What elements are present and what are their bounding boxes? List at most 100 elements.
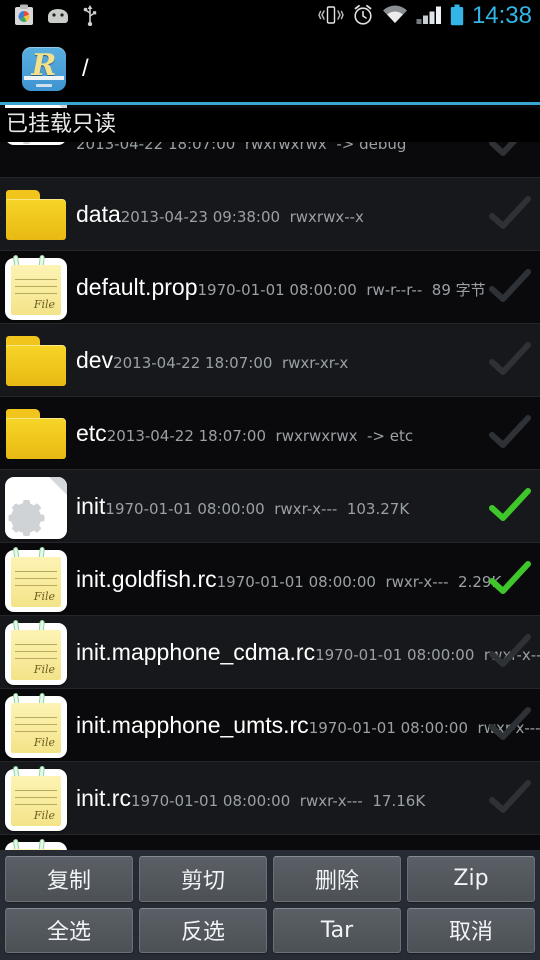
- file-meta: init.rc1970-01-01 08:00:00 rwxr-x--- 17.…: [70, 785, 480, 811]
- text-file-icon: File: [5, 838, 67, 850]
- file-list-row[interactable]: File init.rc1970-01-01 08:00:00 rwxr-x---…: [0, 762, 540, 835]
- file-name: init.rc: [76, 785, 131, 811]
- file-list-row[interactable]: etc2013-04-22 18:07:00 rwxrwxrwx -> etc: [0, 397, 540, 470]
- file-icon: [2, 326, 70, 394]
- text-file-icon: File: [5, 765, 67, 831]
- file-list-row[interactable]: dev2013-04-22 18:07:00 rwxr-xr-x: [0, 324, 540, 397]
- file-meta: default.prop1970-01-01 08:00:00 rw-r--r-…: [70, 274, 486, 300]
- note-paper: File: [11, 557, 61, 607]
- zip-button[interactable]: Zip: [407, 856, 535, 902]
- file-list-row[interactable]: File default.prop1970-01-01 08:00:00 rw-r…: [0, 251, 540, 324]
- file-icon: [2, 180, 70, 248]
- select-all-button[interactable]: 全选: [5, 907, 133, 953]
- invert-selection-button[interactable]: 反选: [139, 907, 267, 953]
- file-icon: File: [2, 837, 70, 850]
- page-title: /: [82, 55, 89, 82]
- file-list-row[interactable]: init1970-01-01 08:00:00 rwxr-x--- 103.27…: [0, 470, 540, 543]
- text-file-icon: File: [5, 619, 67, 685]
- file-details: 1970-01-01 08:00:00 rwxr-x--- 103.27K: [105, 500, 410, 518]
- vibrate-icon: [318, 4, 344, 31]
- file-list-row[interactable]: File init.goldfish.rc1970-01-01 08:00:00 …: [0, 543, 540, 616]
- file-icon: File: [2, 253, 70, 321]
- note-paper: File: [11, 630, 61, 680]
- file-meta: dev2013-04-22 18:07:00 rwxr-xr-x: [70, 347, 480, 373]
- folder-icon: [6, 409, 66, 459]
- file-details: 2013-04-22 18:07:00 rwxrwxrwx -> etc: [106, 427, 414, 445]
- action-button-row: 复制 剪切 删除 Zip: [5, 856, 535, 902]
- file-meta: etc2013-04-22 18:07:00 rwxrwxrwx -> etc: [70, 420, 480, 446]
- file-meta: init1970-01-01 08:00:00 rwxr-x--- 103.27…: [70, 493, 480, 519]
- alarm-icon: [352, 4, 374, 31]
- file-list-row[interactable]: File init.mapphone_umts.rc1970-01-01 08:0…: [0, 689, 540, 762]
- action-bar: R /: [0, 34, 540, 104]
- text-file-icon: File: [5, 546, 67, 612]
- folder-icon: [6, 190, 66, 240]
- copy-button[interactable]: 复制: [5, 856, 133, 902]
- android-head-icon: [46, 7, 70, 28]
- file-manager-screen: 14:38 R / 2013-04-22 18:07:00 rwxrwxrwx …: [0, 0, 540, 960]
- file-icon: File: [2, 764, 70, 832]
- checkmark-unselected-icon[interactable]: [480, 707, 540, 743]
- folder-body: [6, 345, 66, 386]
- status-bar-clock: 14:38: [471, 2, 532, 29]
- file-icon: [2, 399, 70, 467]
- file-name: data: [76, 201, 121, 227]
- checkmark-unselected-icon[interactable]: [480, 196, 540, 232]
- app-icon-bar-top: [24, 76, 64, 80]
- file-list[interactable]: 2013-04-22 18:07:00 rwxrwxrwx -> debug da…: [0, 105, 540, 850]
- note-paper: File: [11, 703, 61, 753]
- file-meta: init.mapphone_umts.rc1970-01-01 08:00:00…: [70, 712, 540, 738]
- file-name: default.prop: [76, 274, 198, 300]
- root-explorer-app-icon[interactable]: R: [22, 47, 66, 91]
- status-bar-right-icons: 14:38: [318, 4, 540, 31]
- battery-icon: [450, 4, 464, 31]
- file-details: 2013-04-22 18:07:00 rwxr-xr-x: [113, 354, 349, 372]
- wifi-icon: [382, 5, 408, 30]
- cut-button[interactable]: 剪切: [139, 856, 267, 902]
- file-details: 2013-04-23 09:38:00 rwxrwx--x: [120, 208, 364, 226]
- usb-icon: [82, 4, 98, 31]
- status-bar: 14:38: [0, 0, 540, 34]
- file-details: 1970-01-01 08:00:00 rwxr-x--- 2.29K: [216, 573, 502, 591]
- checkmark-unselected-icon[interactable]: [480, 269, 540, 305]
- file-meta: data2013-04-23 09:38:00 rwxrwx--x: [70, 201, 480, 227]
- text-file-icon: File: [5, 254, 67, 320]
- file-icon: [2, 472, 70, 540]
- checkmark-selected-icon[interactable]: [480, 561, 540, 597]
- note-paper: File: [11, 265, 61, 315]
- page-fold: [49, 477, 67, 495]
- folder-icon: [6, 336, 66, 386]
- action-button-panel: 复制 剪切 删除 Zip 全选 反选 Tar 取消: [0, 850, 540, 960]
- folder-body: [6, 418, 66, 459]
- file-name: etc: [76, 420, 107, 446]
- checkmark-unselected-icon[interactable]: [480, 342, 540, 378]
- file-list-row[interactable]: Fileinit.trace.rc: [0, 835, 540, 850]
- toast-message: 已挂载只读: [0, 108, 540, 142]
- file-icon: File: [2, 545, 70, 613]
- file-name: init.goldfish.rc: [76, 566, 217, 592]
- status-bar-left-icons: [0, 4, 98, 31]
- file-meta: init.goldfish.rc1970-01-01 08:00:00 rwxr…: [70, 566, 501, 592]
- tar-button[interactable]: Tar: [273, 907, 401, 953]
- gear-icon: [8, 500, 44, 536]
- checkmark-unselected-icon[interactable]: [480, 634, 540, 670]
- text-file-icon: File: [5, 692, 67, 758]
- checkmark-selected-icon[interactable]: [480, 488, 540, 524]
- checkmark-unselected-icon[interactable]: [480, 780, 540, 816]
- delete-button[interactable]: 删除: [273, 856, 401, 902]
- checkmark-unselected-icon[interactable]: [480, 415, 540, 451]
- app-icon-bar-bottom: [36, 84, 52, 87]
- file-name: dev: [76, 347, 114, 373]
- file-name: init.mapphone_cdma.rc: [76, 639, 316, 665]
- file-list-row[interactable]: File init.mapphone_cdma.rc1970-01-01 08:0…: [0, 616, 540, 689]
- file-name: init.mapphone_umts.rc: [76, 712, 309, 738]
- signal-icon: [416, 5, 442, 30]
- file-details: 1970-01-01 08:00:00 rw-r--r-- 89 字节: [197, 281, 486, 299]
- executable-file-icon: [5, 477, 67, 539]
- file-list-row[interactable]: data2013-04-23 09:38:00 rwxrwx--x: [0, 178, 540, 251]
- file-details: 1970-01-01 08:00:00 rwxr-x--- 17.16K: [130, 792, 426, 810]
- file-icon: File: [2, 691, 70, 759]
- cancel-button[interactable]: 取消: [407, 907, 535, 953]
- file-name: init: [76, 493, 106, 519]
- toast-text: 已挂载只读: [6, 112, 117, 137]
